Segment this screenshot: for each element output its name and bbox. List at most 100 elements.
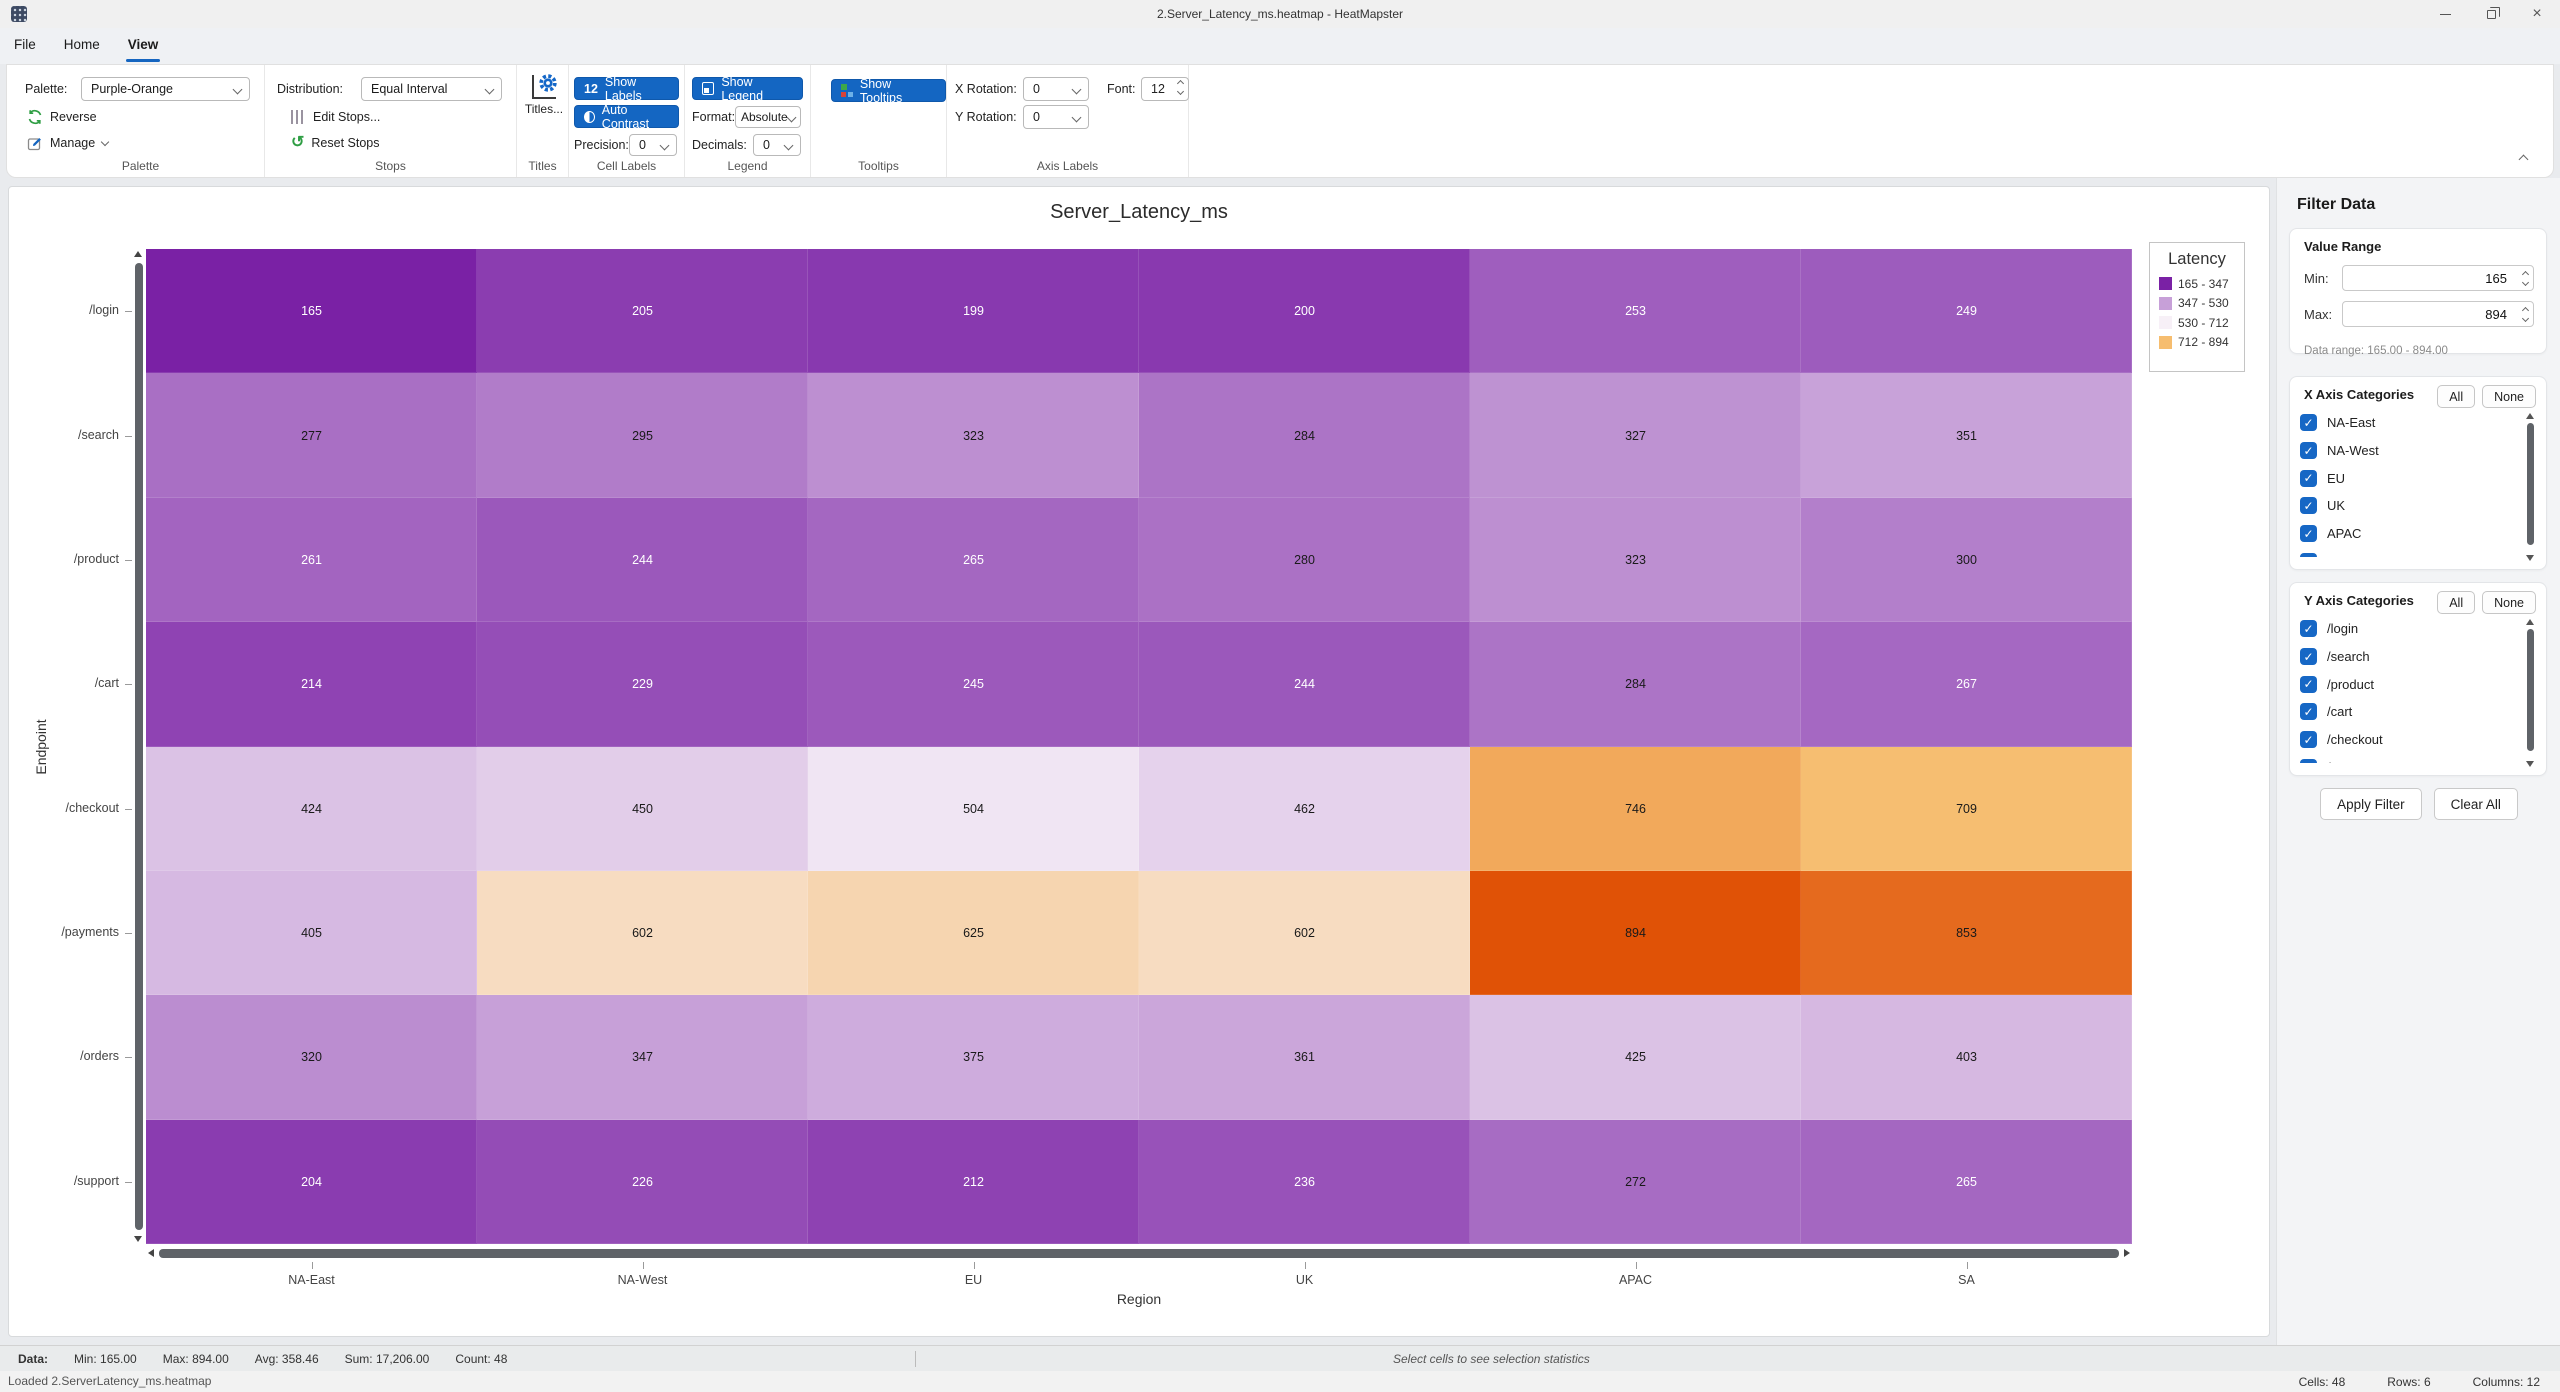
x-rotation-combobox[interactable]: 0 — [1023, 77, 1089, 101]
manage-button[interactable]: Manage — [27, 131, 108, 155]
menu-tab-file[interactable]: File — [0, 28, 50, 64]
y-category-list-item[interactable]: ✓/search — [2300, 643, 2520, 671]
x-category-list-item[interactable]: ✓SA — [2300, 547, 2520, 557]
clear-all-button[interactable]: Clear All — [2434, 788, 2518, 820]
titles-button[interactable]: Titles... — [524, 75, 564, 116]
heatmap-cell[interactable]: 229 — [477, 622, 808, 746]
spinner-chevrons-icon[interactable] — [2523, 272, 2528, 285]
max-value-input[interactable]: 894 — [2342, 301, 2534, 327]
minimize-button[interactable] — [2422, 0, 2468, 28]
y-rotation-combobox[interactable]: 0 — [1023, 105, 1089, 129]
ribbon-collapse-chevron[interactable] — [2519, 155, 2529, 165]
format-combobox[interactable]: Absolute — [735, 106, 801, 128]
menu-tab-view[interactable]: View — [114, 28, 173, 64]
heatmap-cell[interactable]: 165 — [146, 249, 477, 373]
checkbox-checked-icon[interactable]: ✓ — [2300, 620, 2317, 637]
show-labels-toggle[interactable]: 12 Show Labels — [574, 77, 679, 100]
heatmap-cell[interactable]: 425 — [1470, 995, 1801, 1119]
heatmap-cell[interactable]: 272 — [1470, 1120, 1801, 1244]
heatmap-cell[interactable]: 403 — [1801, 995, 2132, 1119]
font-size-stepper[interactable]: 12 — [1141, 77, 1189, 101]
heatmap-cell[interactable]: 405 — [146, 871, 477, 995]
show-tooltips-toggle[interactable]: Show Tooltips — [831, 79, 946, 102]
y-category-list-item[interactable]: ✓/checkout — [2300, 726, 2520, 754]
scroll-up-icon[interactable] — [2526, 413, 2534, 419]
heatmap-cell[interactable]: 602 — [1139, 871, 1470, 995]
x-category-list-item[interactable]: ✓NA-East — [2300, 409, 2520, 437]
heatmap-cell[interactable]: 265 — [808, 498, 1139, 622]
x-category-list-item[interactable]: ✓EU — [2300, 464, 2520, 492]
heatmap-cell[interactable]: 244 — [477, 498, 808, 622]
y-category-list-item[interactable]: ✓/support — [2300, 753, 2520, 763]
x-axis-all-button[interactable]: All — [2437, 385, 2475, 408]
heatmap-cell[interactable]: 212 — [808, 1120, 1139, 1244]
scrollbar-thumb[interactable] — [159, 1249, 2119, 1258]
heatmap-cell[interactable]: 261 — [146, 498, 477, 622]
menu-tab-home[interactable]: Home — [50, 28, 114, 64]
heatmap-cell[interactable]: 625 — [808, 871, 1139, 995]
show-legend-toggle[interactable]: Show Legend — [692, 77, 803, 100]
y-axis-list-scrollbar[interactable] — [2526, 619, 2534, 767]
heatmap-cell[interactable]: 746 — [1470, 747, 1801, 871]
reverse-button[interactable]: Reverse — [27, 105, 97, 129]
checkbox-checked-icon[interactable]: ✓ — [2300, 414, 2317, 431]
y-axis-none-button[interactable]: None — [2482, 591, 2536, 614]
y-category-list-item[interactable]: ✓/login — [2300, 615, 2520, 643]
heatmap-cell[interactable]: 300 — [1801, 498, 2132, 622]
heatmap-cell[interactable]: 284 — [1470, 622, 1801, 746]
heatmap-cell[interactable]: 245 — [808, 622, 1139, 746]
auto-contrast-toggle[interactable]: Auto Contrast — [574, 105, 679, 128]
checkbox-checked-icon[interactable]: ✓ — [2300, 731, 2317, 748]
scroll-right-icon[interactable] — [2124, 1249, 2130, 1257]
heatmap-cell[interactable]: 361 — [1139, 995, 1470, 1119]
heatmap-cell[interactable]: 199 — [808, 249, 1139, 373]
x-category-list-item[interactable]: ✓NA-West — [2300, 437, 2520, 465]
heatmap-vertical-scrollbar[interactable] — [133, 249, 144, 1244]
maximize-button[interactable] — [2468, 0, 2514, 28]
x-axis-list-scrollbar[interactable] — [2526, 413, 2534, 561]
edit-stops-button[interactable]: Edit Stops... — [291, 105, 380, 129]
heatmap-cell[interactable]: 853 — [1801, 871, 2132, 995]
heatmap-cell[interactable]: 295 — [477, 373, 808, 497]
scroll-down-icon[interactable] — [2526, 761, 2534, 767]
scroll-down-icon[interactable] — [134, 1236, 142, 1242]
palette-combobox[interactable]: Purple-Orange — [81, 77, 250, 101]
scroll-down-icon[interactable] — [2526, 555, 2534, 561]
spinner-chevrons-icon[interactable] — [2523, 308, 2528, 321]
scroll-up-icon[interactable] — [134, 251, 142, 257]
checkbox-checked-icon[interactable]: ✓ — [2300, 703, 2317, 720]
heatmap-cell[interactable]: 205 — [477, 249, 808, 373]
checkbox-checked-icon[interactable]: ✓ — [2300, 497, 2317, 514]
scrollbar-thumb[interactable] — [2527, 629, 2534, 751]
heatmap-cell[interactable]: 265 — [1801, 1120, 2132, 1244]
heatmap-cell[interactable]: 200 — [1139, 249, 1470, 373]
y-axis-all-button[interactable]: All — [2437, 591, 2475, 614]
checkbox-checked-icon[interactable]: ✓ — [2300, 648, 2317, 665]
heatmap-cell[interactable]: 323 — [808, 373, 1139, 497]
heatmap-cell[interactable]: 709 — [1801, 747, 2132, 871]
heatmap-cell[interactable]: 320 — [146, 995, 477, 1119]
scrollbar-thumb[interactable] — [135, 263, 143, 1230]
heatmap-cell[interactable]: 249 — [1801, 249, 2132, 373]
precision-combobox[interactable]: 0 — [629, 134, 677, 156]
heatmap-cell[interactable]: 236 — [1139, 1120, 1470, 1244]
scroll-up-icon[interactable] — [2526, 619, 2534, 625]
heatmap-cell[interactable]: 253 — [1470, 249, 1801, 373]
heatmap-cell[interactable]: 277 — [146, 373, 477, 497]
heatmap-cell[interactable]: 204 — [146, 1120, 477, 1244]
x-axis-none-button[interactable]: None — [2482, 385, 2536, 408]
distribution-combobox[interactable]: Equal Interval — [361, 77, 502, 101]
heatmap-cell[interactable]: 351 — [1801, 373, 2132, 497]
heatmap-cell[interactable]: 462 — [1139, 747, 1470, 871]
checkbox-checked-icon[interactable]: ✓ — [2300, 470, 2317, 487]
heatmap-cell[interactable]: 226 — [477, 1120, 808, 1244]
heatmap-cell[interactable]: 284 — [1139, 373, 1470, 497]
checkbox-checked-icon[interactable]: ✓ — [2300, 553, 2317, 557]
heatmap-cell[interactable]: 504 — [808, 747, 1139, 871]
checkbox-checked-icon[interactable]: ✓ — [2300, 442, 2317, 459]
checkbox-checked-icon[interactable]: ✓ — [2300, 525, 2317, 542]
reset-stops-button[interactable]: ↺ Reset Stops — [291, 131, 380, 155]
heatmap-cell[interactable]: 375 — [808, 995, 1139, 1119]
heatmap-cell[interactable]: 450 — [477, 747, 808, 871]
scroll-left-icon[interactable] — [148, 1249, 154, 1257]
